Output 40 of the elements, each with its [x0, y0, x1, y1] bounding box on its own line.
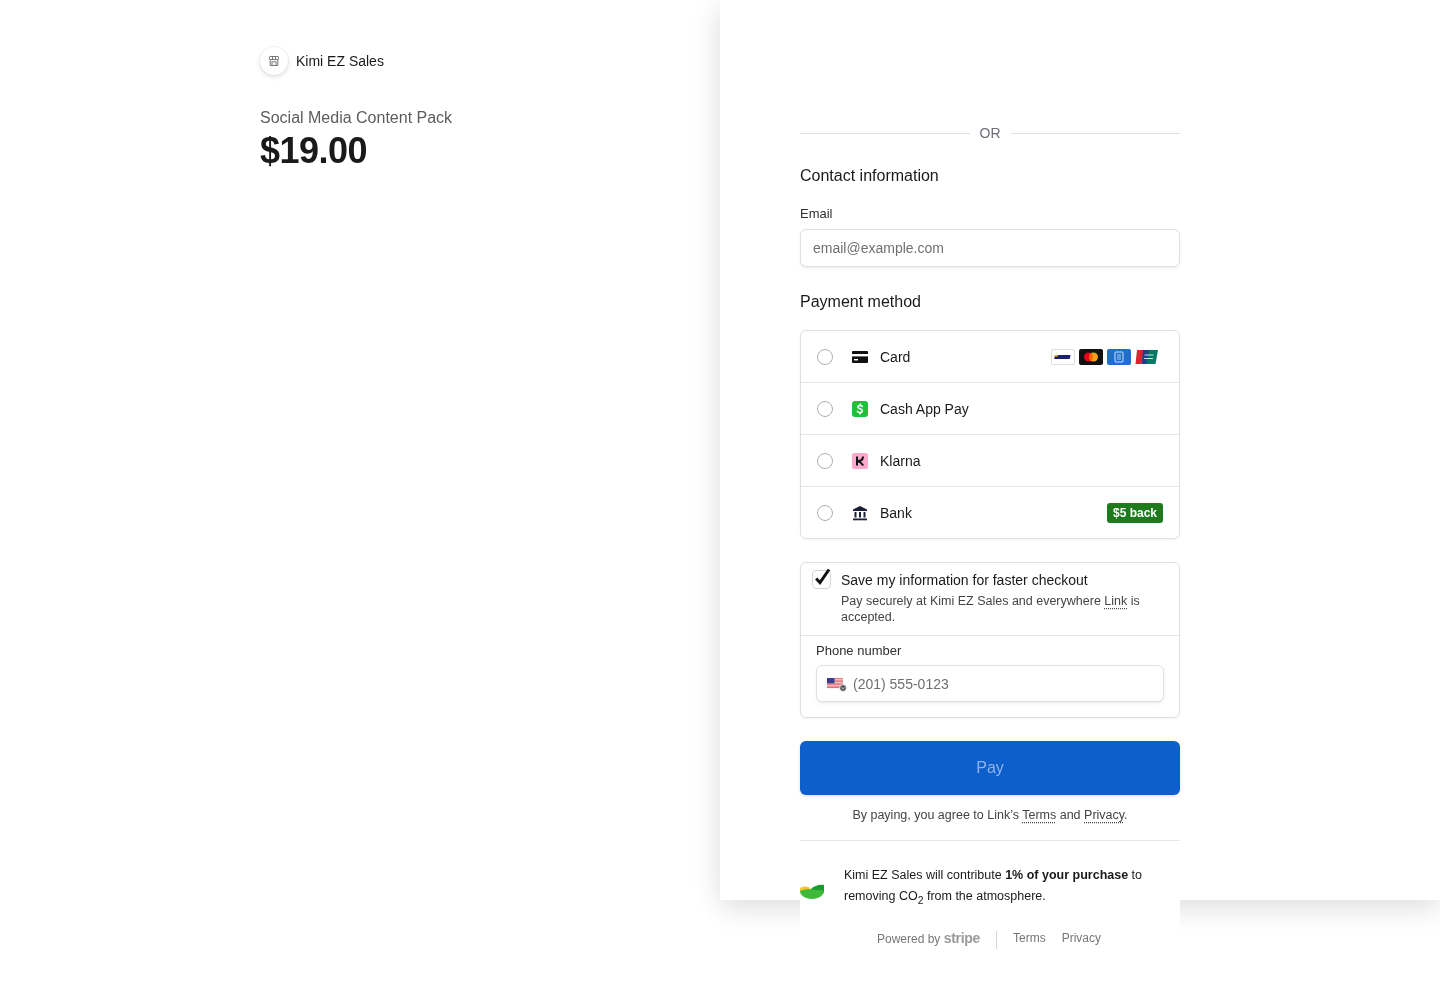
store-icon: [260, 47, 288, 75]
section-heading: Contact information: [800, 166, 939, 186]
dollar-icon: [852, 400, 868, 417]
checkbox-label: Save my information for faster checkout: [841, 571, 1088, 589]
phone-field[interactable]: (201) 555-0123: [816, 665, 1164, 702]
section-heading: Payment method: [800, 292, 921, 312]
divider-label: OR: [979, 125, 1001, 141]
save-info-description: Pay securely at Kimi EZ Sales and everywhere Link is accepted.: [841, 593, 1141, 625]
us-flag-icon[interactable]: [827, 677, 847, 692]
climate-contribution-text: Kimi EZ Sales will contribute 1% of your purchase to removing CO$_{2}$ from the atmosphere.: [844, 867, 1144, 908]
email-field[interactable]: email@example.com: [800, 229, 1180, 267]
radio-button[interactable]: [817, 400, 833, 417]
link[interactable]: Terms: [1022, 808, 1057, 822]
field-label: Phone number: [816, 643, 902, 659]
leaf-icon: [800, 882, 824, 899]
payment-method-option[interactable]: Bank $5 back: [801, 486, 1179, 538]
product-name: Social Media Content Pack: [260, 108, 453, 128]
footer-link[interactable]: Privacy: [1061, 931, 1102, 945]
bank-icon: [852, 504, 868, 521]
footer-link[interactable]: Terms: [1013, 931, 1046, 945]
link[interactable]: Link: [1104, 594, 1128, 608]
merchant-name: Kimi EZ Sales: [296, 53, 384, 69]
powered-by-stripe-link[interactable]: Powered by stripe: [876, 930, 980, 946]
product-price: $19.00: [260, 129, 368, 173]
field-label: Email: [800, 206, 833, 222]
payment-method-option[interactable]: Card: [801, 331, 1179, 382]
payment-method-option[interactable]: Cash App Pay: [801, 382, 1179, 434]
card-brand-logo-icon: [1135, 348, 1159, 365]
radio-button[interactable]: [817, 348, 833, 365]
checkbox[interactable]: [812, 567, 832, 589]
card-icon: [852, 350, 868, 363]
cashback-badge: $5 back: [1106, 502, 1163, 523]
payment-method-option[interactable]: Klarna: [801, 434, 1179, 486]
radio-button[interactable]: [817, 504, 833, 521]
radio-button[interactable]: [817, 452, 833, 469]
card-brand-logo-icon: [1051, 348, 1075, 365]
legal-notice: By paying, you agree to Link’s Terms and Privacy.: [851, 807, 1129, 823]
klarna-icon: [852, 452, 868, 469]
card-brand-logo-icon: [1107, 348, 1131, 365]
mastercard-logo-icon: [1079, 348, 1103, 365]
